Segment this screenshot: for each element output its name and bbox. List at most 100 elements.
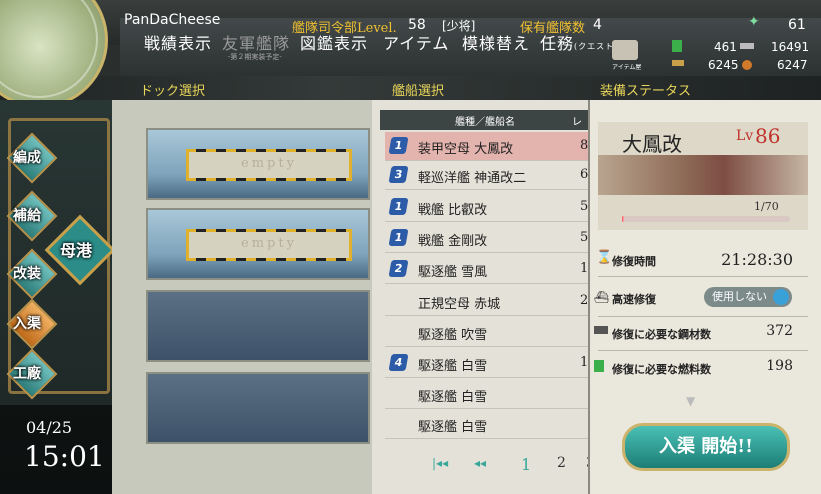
dock-1[interactable]: empty [146, 128, 370, 200]
ship-name: 戦艦 金剛改 [418, 234, 488, 249]
fast-repair-label: 高速修復 [612, 293, 656, 306]
ship-row[interactable]: 1 戦艦 金剛改 5 [385, 224, 590, 253]
dock-1-label: empty [241, 156, 297, 171]
steel-needed-label: 修復に必要な鋼材数 [612, 328, 711, 341]
dock-2[interactable]: empty [146, 208, 370, 280]
hourglass-icon: ⌛ [596, 250, 613, 265]
ship-name: 駆逐艦 吹雪 [418, 328, 488, 343]
ship-row[interactable]: 駆逐艦 白雪 [385, 410, 590, 439]
divider [598, 350, 808, 351]
ship-name: 駆逐艦 雪風 [418, 265, 488, 280]
divider [598, 276, 808, 277]
bauxite-icon [742, 60, 752, 70]
dock-2-tape: empty [186, 229, 352, 261]
detail-lv-label: Lv [736, 128, 754, 144]
supply-button[interactable]: 補給 [13, 205, 41, 225]
fuel-needed: 198 [766, 358, 793, 374]
fuel-icon [594, 360, 604, 372]
remodel-button[interactable]: 改装 [13, 263, 41, 283]
repair-button[interactable]: 入渠 [13, 313, 41, 333]
ship-name: 戦艦 比叡改 [418, 203, 488, 218]
fleet-number-icon: 1 [388, 137, 409, 154]
ship-list-header-lv: レ [572, 117, 582, 128]
items-button[interactable]: アイテム [383, 30, 449, 54]
first-page-icon[interactable]: |◂◂ [432, 456, 448, 470]
ship-row[interactable]: 駆逐艦 吹雪 [385, 318, 590, 347]
fuel-needed-label: 修復に必要な燃料数 [612, 363, 711, 376]
dock-3-locked [146, 290, 370, 362]
ship-row[interactable]: 4 駆逐艦 白雪 1 [385, 349, 590, 378]
page-2[interactable]: 2 [557, 455, 566, 471]
fleet-number-icon: 1 [388, 229, 409, 246]
hp-track [622, 216, 790, 222]
steel-icon [740, 43, 754, 49]
detail-lv: 86 [755, 124, 781, 148]
ship-icon: ⛴ [594, 290, 610, 304]
prev-page-icon[interactable]: ◂◂ [474, 456, 486, 470]
steel-needed: 372 [766, 323, 793, 339]
steel-resource: 461 [714, 40, 737, 54]
port-button[interactable]: 母港 [60, 237, 92, 261]
encyclopedia-button[interactable]: 図鑑表示 [300, 30, 368, 54]
friend-fleet-button: 友軍艦隊 [222, 34, 291, 53]
quest-button[interactable]: 任務(クエスト) [540, 30, 618, 54]
steel-icon [594, 326, 608, 334]
ship-name: 駆逐艦 白雪 [418, 420, 488, 435]
fuel-icon [672, 40, 682, 52]
fleet-number-icon: 1 [388, 198, 409, 215]
ship-name: 駆逐艦 白雪 [418, 359, 488, 374]
section-bar: ドック選択 艦船選択 装備ステータス [0, 76, 821, 100]
player-name: PanDaCheese [124, 12, 221, 28]
ship-name: 駆逐艦 白雪 [418, 390, 488, 405]
clock-date: 04/25 [26, 418, 73, 437]
start-repair-button[interactable]: 入渠 開始!! [622, 423, 790, 471]
ship-row[interactable]: 3 軽巡洋艦 神通改二 6 [385, 161, 590, 190]
toggle-knob-icon [773, 289, 789, 305]
ship-row[interactable]: 1 装甲空母 大鳳改 8 [385, 132, 590, 161]
ship-row[interactable]: 2 駆逐艦 雪風 1 [385, 255, 590, 284]
fleet-number-icon: 4 [388, 354, 409, 371]
ship-list-header: 艦種／艦船名 レ [380, 110, 590, 130]
dock-2-label: empty [241, 236, 297, 251]
item-shop-icon[interactable] [612, 40, 638, 60]
ship-select-label: 艦船選択 [392, 84, 445, 99]
ship-row[interactable]: 駆逐艦 白雪 [385, 380, 590, 409]
bauxite-resource: 6247 [777, 58, 808, 72]
page-1[interactable]: 1 [521, 455, 531, 474]
organize-button[interactable]: 編成 [13, 147, 41, 167]
ship-row[interactable]: 正規空母 赤城 2 [385, 287, 590, 316]
dock-4-locked [146, 372, 370, 444]
detail-ship-name: 大鳳改 [622, 132, 682, 156]
ship-portrait-banner [598, 155, 808, 195]
ammo-icon [672, 60, 684, 66]
fuel-resource: 16491 [771, 40, 810, 54]
clock-time: 15:01 [24, 440, 105, 473]
friend-fleet-sub: -第２期実装予定- [228, 53, 282, 61]
divider [598, 316, 808, 317]
quest-label: 任務 [540, 34, 575, 53]
ship-name: 正規空母 赤城 [418, 297, 501, 312]
fleet-number-icon: 2 [388, 260, 409, 277]
fast-repair-toggle[interactable]: 使用しない [704, 287, 792, 307]
fast-repair-toggle-label: 使用しない [712, 290, 767, 303]
detail-hp: 1/70 [754, 200, 779, 213]
fleet-number-icon: 3 [388, 166, 409, 183]
ship-row[interactable]: 1 戦艦 比叡改 5 [385, 193, 590, 222]
ammo-resource: 6245 [708, 58, 739, 72]
repair-time: 21:28:30 [721, 250, 793, 269]
equip-status-label: 装備ステータス [600, 84, 692, 99]
ship-list-header-name: 艦種／艦船名 [455, 117, 515, 128]
arsenal-button[interactable]: 工廠 [13, 363, 41, 383]
dock-select-label: ドック選択 [140, 84, 206, 99]
ship-name: 軽巡洋艦 神通改二 [418, 171, 527, 186]
furniture-coins: 61 [788, 17, 806, 33]
dock-1-tape: empty [186, 149, 352, 181]
item-shop-label: アイテム屋 [612, 64, 642, 71]
furniture-coin-icon: ✦ [748, 14, 760, 30]
chevron-down-icon: ▼ [686, 394, 696, 408]
repair-time-label: 修復時間 [612, 255, 656, 268]
hp-bar [622, 216, 624, 222]
ship-name: 装甲空母 大鳳改 [418, 142, 514, 157]
war-record-button[interactable]: 戦績表示 [144, 30, 212, 54]
furniture-button[interactable]: 模様替え [462, 30, 530, 54]
